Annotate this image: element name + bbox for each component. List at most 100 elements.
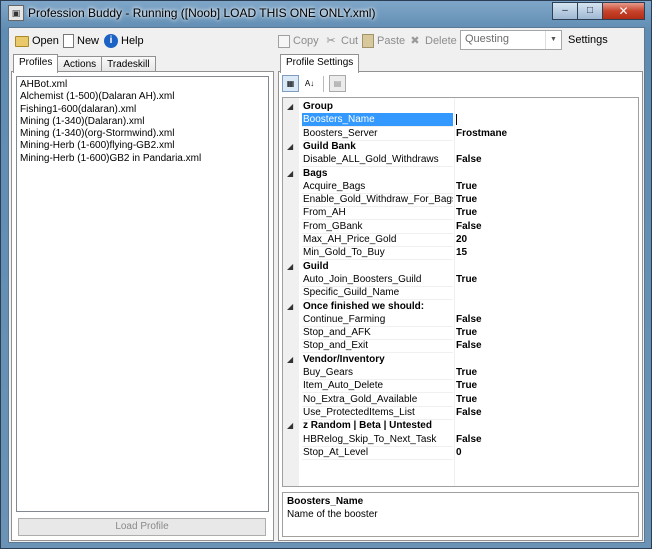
grid-property-row[interactable]: Enable_Gold_Withdraw_For_Bags True <box>283 193 638 208</box>
categorized-view-icon[interactable]: ▦ <box>282 75 299 92</box>
grid-property-row[interactable]: Stop_and_Exit False <box>283 339 638 354</box>
collapse-triangle-icon[interactable]: ◢ <box>287 419 293 432</box>
grid-property-name[interactable]: Min_Gold_To_Buy <box>302 246 453 261</box>
grid-property-row[interactable]: Acquire_Bags True <box>283 180 638 194</box>
collapse-triangle-icon[interactable]: ◢ <box>287 167 293 180</box>
grid-property-name[interactable]: Disable_ALL_Gold_Withdraws <box>302 153 453 168</box>
new-button[interactable]: New <box>63 32 99 50</box>
grid-property-value[interactable]: False <box>456 433 482 446</box>
grid-property-row[interactable]: From_GBank False <box>283 220 638 234</box>
title-bar[interactable]: ▣ Profession Buddy - Running ([Noob] LOA… <box>1 1 651 25</box>
copy-button[interactable]: Copy <box>278 32 319 50</box>
grid-property-name[interactable]: Stop_and_AFK <box>302 326 453 341</box>
collapse-triangle-icon[interactable]: ◢ <box>287 300 293 313</box>
collapse-triangle-icon[interactable]: ◢ <box>287 260 293 273</box>
grid-property-row[interactable]: From_AH True <box>283 206 638 221</box>
grid-property-value[interactable]: True <box>456 273 477 286</box>
grid-property-value[interactable]: True <box>456 393 477 406</box>
collapse-triangle-icon[interactable]: ◢ <box>287 100 293 113</box>
grid-property-name[interactable]: Stop_and_Exit <box>302 339 453 354</box>
list-item[interactable]: Mining (1-340)(org-Stormwind).xml <box>20 128 265 140</box>
collapse-triangle-icon[interactable]: ◢ <box>287 140 293 153</box>
grid-property-name[interactable]: No_Extra_Gold_Available <box>302 393 453 407</box>
grid-category[interactable]: ◢ Guild Bank <box>283 140 638 153</box>
collapse-triangle-icon[interactable]: ◢ <box>287 353 293 366</box>
grid-property-name[interactable]: Stop_At_Level <box>302 446 453 460</box>
grid-property-value[interactable]: False <box>456 406 482 419</box>
grid-property-value[interactable]: True <box>456 206 477 219</box>
grid-category[interactable]: ◢ Guild <box>283 260 638 273</box>
paste-button[interactable]: Paste <box>362 32 405 50</box>
sort-alphabetical-icon[interactable]: A↓ <box>301 75 318 92</box>
grid-property-row[interactable]: Boosters_Name <box>283 113 638 128</box>
grid-category[interactable]: ◢ Vendor/Inventory <box>283 353 638 366</box>
grid-property-row[interactable]: HBRelog_Skip_To_Next_Task False <box>283 433 638 447</box>
grid-property-name[interactable]: Boosters_Server <box>302 127 453 141</box>
grid-property-row[interactable]: Boosters_Server Frostmane <box>283 127 638 141</box>
grid-property-row[interactable]: Continue_Farming False <box>283 313 638 327</box>
tab-actions[interactable]: Actions <box>57 56 103 72</box>
grid-property-name[interactable]: Continue_Farming <box>302 313 453 327</box>
grid-property-row[interactable]: Specific_Guild_Name <box>283 286 638 301</box>
list-item[interactable]: Mining-Herb (1-600)flying-GB2.xml <box>20 140 265 152</box>
close-button[interactable]: ✕ <box>602 2 645 20</box>
help-button[interactable]: i Help <box>104 32 144 50</box>
grid-property-row[interactable]: Stop_At_Level 0 <box>283 446 638 460</box>
grid-property-name[interactable]: HBRelog_Skip_To_Next_Task <box>302 433 453 447</box>
minimize-button[interactable]: – <box>552 2 578 20</box>
grid-property-name[interactable]: Use_ProtectedItems_List <box>302 406 453 420</box>
grid-property-value[interactable]: False <box>456 313 482 326</box>
profile-list[interactable]: AHBot.xml Alchemist (1-500)(Dalaran AH).… <box>16 76 269 512</box>
grid-property-row[interactable]: Stop_and_AFK True <box>283 326 638 341</box>
delete-button[interactable]: ✖ Delete <box>408 32 456 50</box>
chevron-down-icon[interactable]: ▼ <box>545 31 561 49</box>
tab-profiles[interactable]: Profiles <box>13 54 59 73</box>
grid-category[interactable]: ◢ Bags <box>283 167 638 180</box>
bot-mode-select[interactable]: Questing ▼ <box>460 30 562 50</box>
cut-button[interactable]: ✂ Cut <box>324 32 358 50</box>
grid-property-name[interactable]: Boosters_Name <box>302 113 453 128</box>
grid-property-name[interactable]: Item_Auto_Delete <box>302 379 453 394</box>
grid-property-value[interactable]: True <box>456 193 477 206</box>
settings-button[interactable]: Settings <box>568 34 608 46</box>
grid-property-value[interactable]: False <box>456 339 482 352</box>
grid-property-value[interactable]: False <box>456 220 482 233</box>
tab-profile-settings[interactable]: Profile Settings <box>280 54 360 73</box>
grid-property-name[interactable]: Max_AH_Price_Gold <box>302 233 453 247</box>
grid-property-name[interactable]: From_GBank <box>302 220 453 234</box>
grid-property-name[interactable]: Specific_Guild_Name <box>302 286 453 301</box>
grid-property-value[interactable]: True <box>456 326 477 339</box>
grid-property-row[interactable]: Max_AH_Price_Gold 20 <box>283 233 638 247</box>
grid-property-name[interactable]: Acquire_Bags <box>302 180 453 194</box>
grid-property-row[interactable]: No_Extra_Gold_Available True <box>283 393 638 407</box>
grid-category[interactable]: ◢ Once finished we should: <box>283 300 638 313</box>
property-grid[interactable]: ◢ Group Boosters_Name Boosters_Server Frostm… <box>282 97 639 487</box>
open-button[interactable]: Open <box>15 32 59 50</box>
grid-category[interactable]: ◢ z Random | Beta | Untested <box>283 419 638 432</box>
grid-property-name[interactable]: Auto_Join_Boosters_Guild <box>302 273 453 287</box>
list-item[interactable]: Alchemist (1-500)(Dalaran AH).xml <box>20 91 265 103</box>
grid-property-value[interactable]: True <box>456 366 477 379</box>
grid-property-row[interactable]: Min_Gold_To_Buy 15 <box>283 246 638 261</box>
grid-property-name[interactable]: Enable_Gold_Withdraw_For_Bags <box>302 193 453 208</box>
grid-property-name[interactable]: Buy_Gears <box>302 366 453 380</box>
grid-property-value[interactable]: 15 <box>456 246 467 259</box>
load-profile-button[interactable]: Load Profile <box>18 518 266 536</box>
tab-tradeskill[interactable]: Tradeskill <box>101 56 156 72</box>
grid-category[interactable]: ◢ Group <box>283 100 638 113</box>
grid-property-value[interactable]: 20 <box>456 233 467 246</box>
grid-property-row[interactable]: Item_Auto_Delete True <box>283 379 638 394</box>
grid-property-row[interactable]: Auto_Join_Boosters_Guild True <box>283 273 638 287</box>
maximize-button[interactable]: □ <box>577 2 603 20</box>
grid-property-value[interactable]: Frostmane <box>456 127 507 140</box>
grid-property-value[interactable]: True <box>456 180 477 193</box>
list-item[interactable]: Mining (1-340)(Dalaran).xml <box>20 116 265 128</box>
grid-property-name[interactable]: From_AH <box>302 206 453 221</box>
list-item[interactable]: Fishing1-600(dalaran).xml <box>20 104 265 116</box>
property-pages-icon[interactable]: ▤ <box>329 75 346 92</box>
grid-property-row[interactable]: Buy_Gears True <box>283 366 638 380</box>
grid-property-value[interactable]: False <box>456 153 482 166</box>
list-item[interactable]: Mining-Herb (1-600)GB2 in Pandaria.xml <box>20 153 265 165</box>
grid-property-value[interactable]: True <box>456 379 477 392</box>
grid-property-row[interactable]: Disable_ALL_Gold_Withdraws False <box>283 153 638 168</box>
